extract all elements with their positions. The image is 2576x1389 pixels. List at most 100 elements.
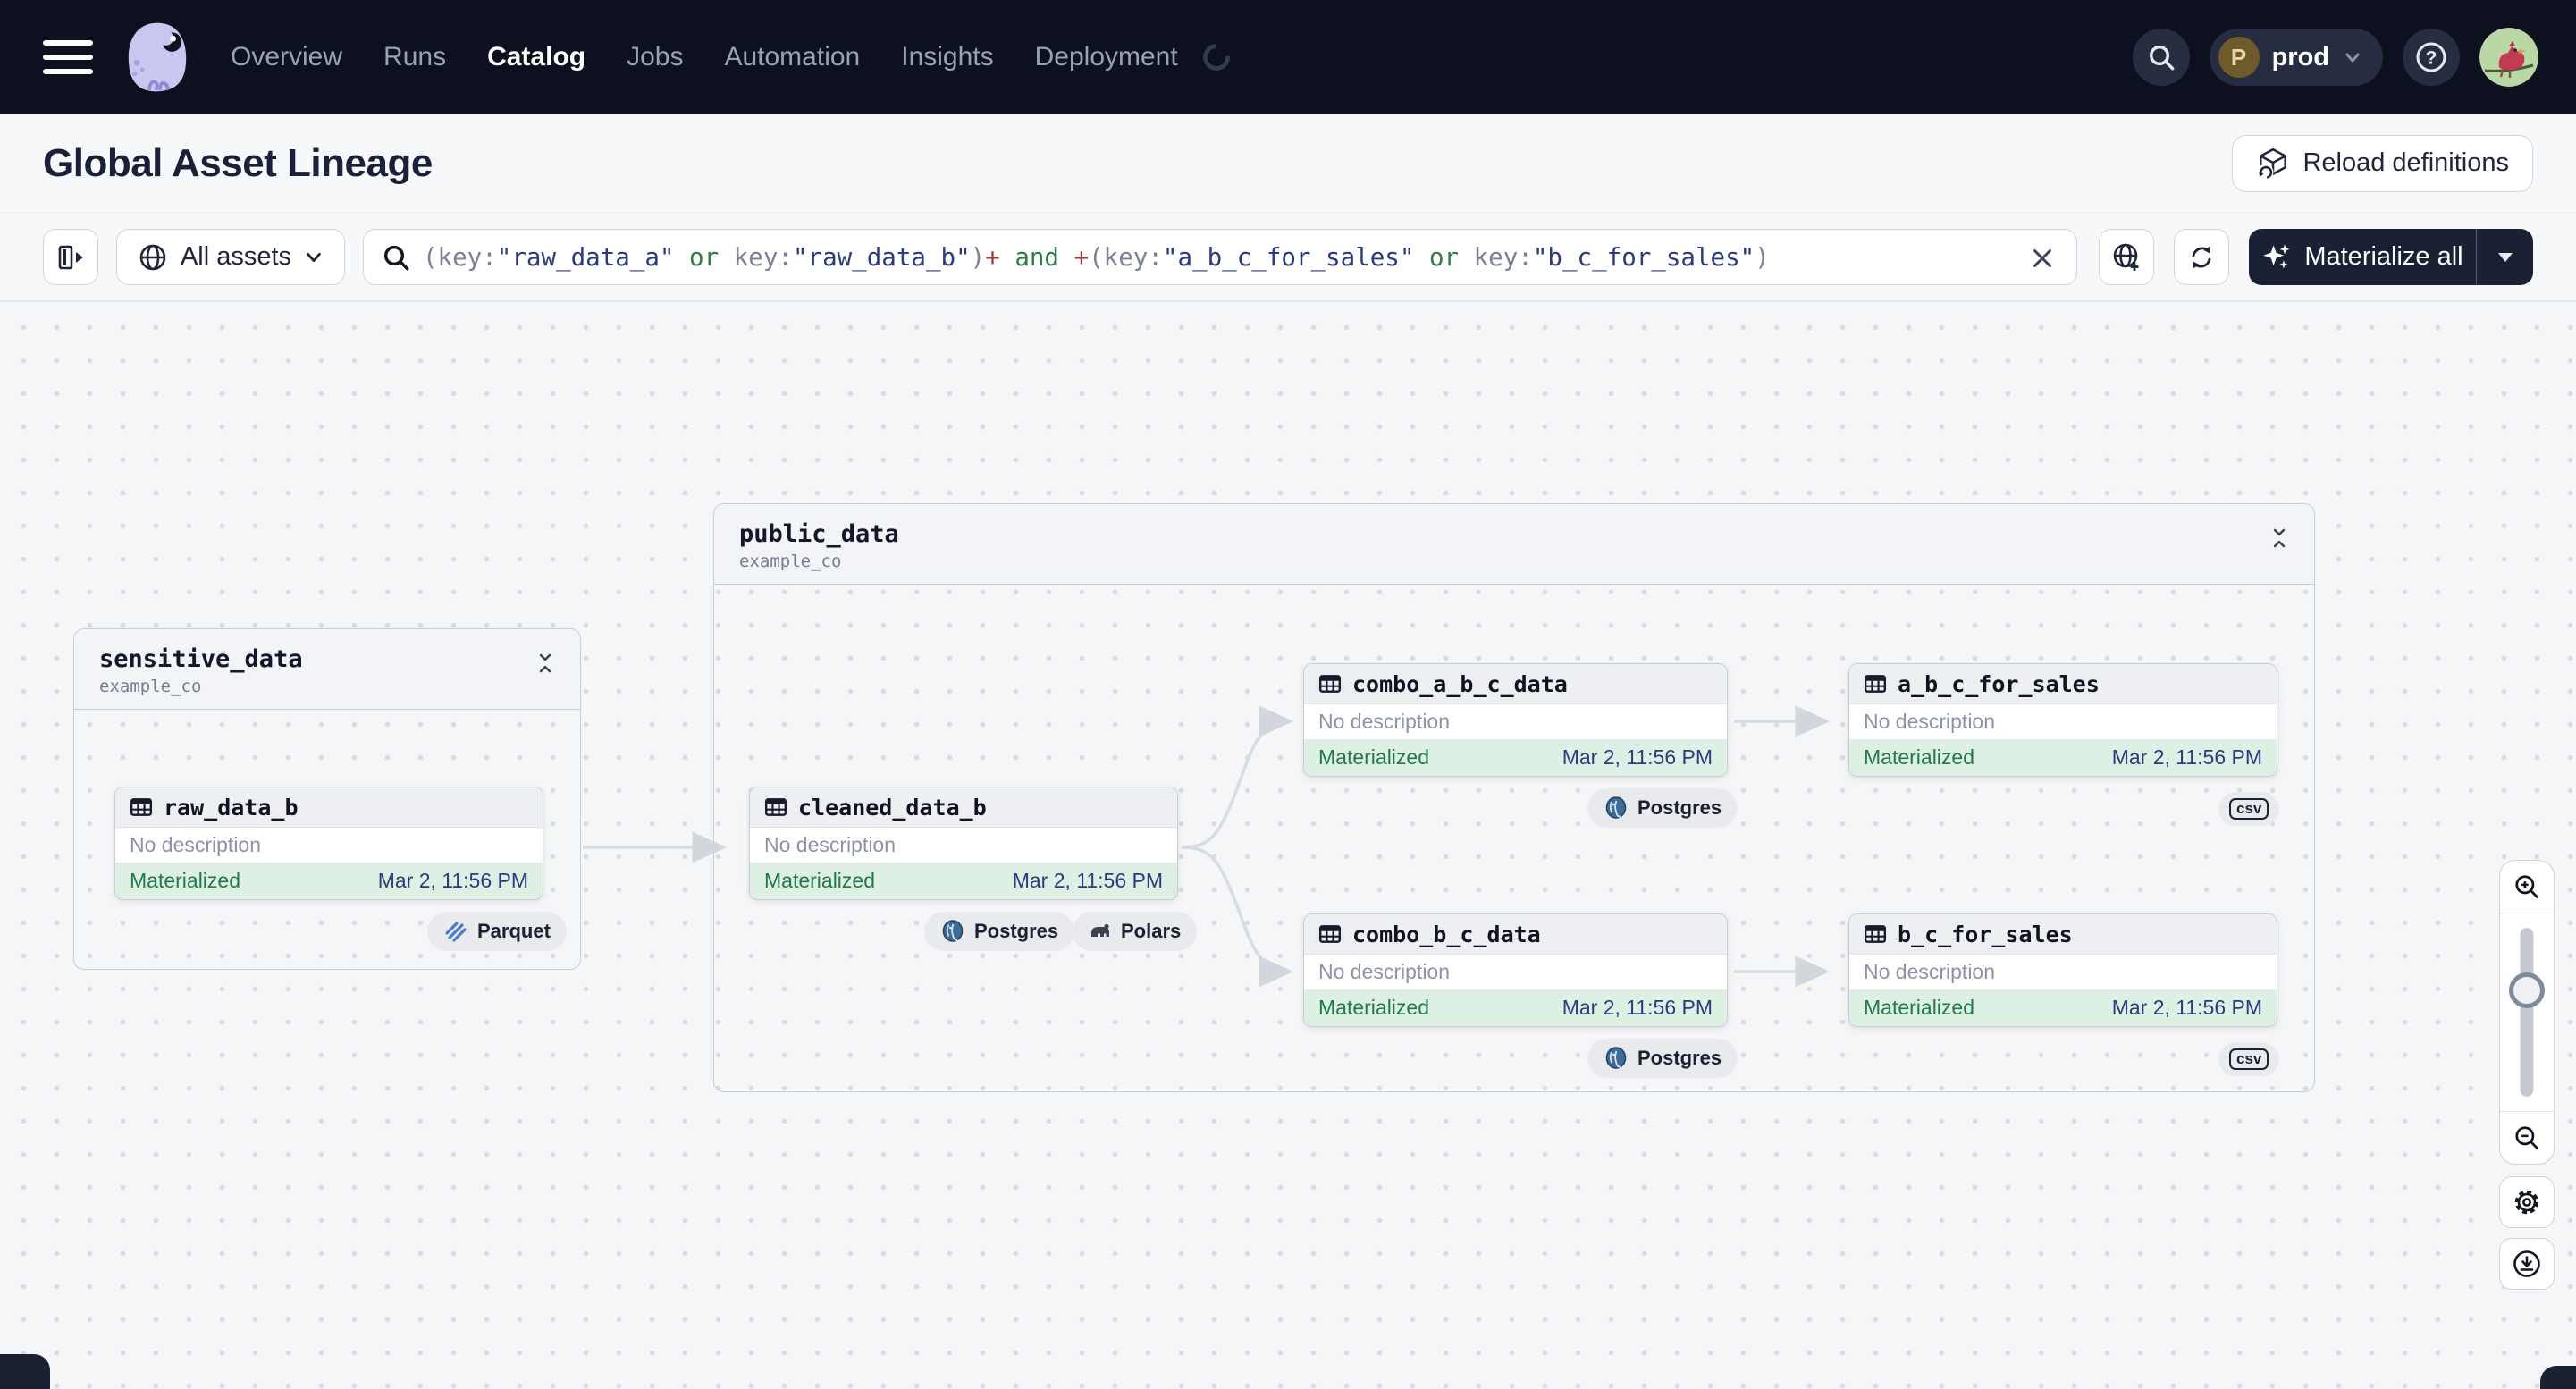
bottom-bar-corner [0, 1354, 50, 1389]
chevron-down-icon [307, 252, 321, 262]
asset-node-header: combo_b_c_data [1304, 914, 1727, 955]
reload-definitions-label: Reload definitions [2302, 148, 2509, 177]
kind-tag-postgres[interactable]: Postgres [924, 912, 1075, 951]
nav-item-insights[interactable]: Insights [901, 42, 993, 72]
asset-name: b_c_for_sales [1898, 921, 2073, 947]
download-image-button[interactable] [2499, 1238, 2555, 1290]
asset-node-combo_a_b_c_data[interactable]: combo_a_b_c_data No description Material… [1303, 663, 1728, 777]
nav-right-cluster: P prod ? [2132, 28, 2538, 87]
panel-toggle-icon [58, 245, 83, 269]
asset-description: No description [130, 833, 262, 856]
page-header: Global Asset Lineage Reload definitions [0, 114, 2576, 213]
zoom-out-icon [2515, 1126, 2539, 1150]
table-icon [1318, 675, 1342, 693]
nav-item-deployment[interactable]: Deployment [1035, 42, 1178, 72]
group-header[interactable]: public_data example_co [714, 504, 2314, 585]
asset-description: No description [764, 833, 897, 856]
hamburger-menu-icon[interactable] [43, 40, 93, 74]
refresh-button[interactable] [2174, 229, 2229, 285]
group-title: sensitive_data [99, 645, 303, 673]
zoom-slider-track[interactable] [2520, 928, 2534, 1097]
environment-switcher[interactable]: P prod [2209, 29, 2383, 86]
global-graph-button[interactable] [2099, 229, 2154, 285]
environment-badge: P [2218, 37, 2260, 78]
lineage-canvas[interactable]: sensitive_data example_co public_data ex… [0, 301, 2576, 1389]
search-button[interactable] [2132, 29, 2190, 86]
asset-name: raw_data_b [164, 794, 299, 821]
kind-tag-csv[interactable]: csv [2218, 792, 2280, 826]
group-header[interactable]: sensitive_data example_co [74, 629, 580, 710]
kind-tag-label: Parquet [477, 920, 551, 942]
asset-node-a_b_c_for_sales[interactable]: a_b_c_for_sales No description Materiali… [1848, 663, 2277, 777]
status-badge: Materialized [130, 869, 240, 892]
materialize-all-button[interactable]: Materialize all [2249, 229, 2476, 285]
asset-node-header: combo_a_b_c_data [1304, 664, 1727, 704]
asset-name: combo_b_c_data [1352, 921, 1541, 947]
kind-tag-postgres[interactable]: Postgres [1587, 788, 1738, 828]
asset-node-cleaned_data_b[interactable]: cleaned_data_b No description Materializ… [749, 787, 1178, 900]
chevron-down-icon [2345, 53, 2360, 63]
collapse-group-icon[interactable] [2268, 520, 2291, 551]
zoom-controls [2499, 860, 2555, 1165]
search-query-text: (key:"raw_data_a" or key:"raw_data_b")+ … [423, 242, 1770, 272]
page-title: Global Asset Lineage [43, 140, 433, 185]
materialization-timestamp: Mar 2, 11:56 PM [2111, 745, 2262, 769]
asset-search-input[interactable]: (key:"raw_data_a" or key:"raw_data_b")+ … [363, 229, 2077, 285]
table-icon [1318, 925, 1342, 943]
asset-node-b_c_for_sales[interactable]: b_c_for_sales No description Materialize… [1848, 913, 2277, 1027]
asset-description: No description [1864, 710, 1996, 733]
sparkles-icon [2263, 243, 2291, 268]
zoom-slider[interactable] [2500, 913, 2554, 1111]
nav-item-jobs[interactable]: Jobs [627, 42, 683, 72]
table-icon [1864, 675, 1887, 693]
group-repo-label: example_co [739, 551, 842, 571]
kind-tag-postgres[interactable]: Postgres [1587, 1039, 1738, 1078]
refresh-icon [2192, 246, 2211, 268]
status-badge: Materialized [1318, 996, 1429, 1019]
collapse-group-icon[interactable] [534, 645, 557, 676]
dagster-logo-icon[interactable] [116, 16, 198, 98]
materialize-options-button[interactable] [2476, 229, 2533, 285]
asset-name: cleaned_data_b [798, 794, 987, 821]
postgres-icon [942, 920, 964, 942]
nav-item-overview[interactable]: Overview [231, 42, 342, 72]
zoom-out-button[interactable] [2500, 1112, 2554, 1164]
svg-text:?: ? [2426, 48, 2437, 69]
nav-item-automation[interactable]: Automation [724, 42, 860, 72]
asset-status-row: Materialized Mar 2, 11:56 PM [1304, 739, 1727, 776]
asset-status-row: Materialized Mar 2, 11:56 PM [115, 863, 543, 899]
table-icon [764, 798, 787, 816]
open-panel-button[interactable] [43, 229, 98, 285]
asset-description: No description [1318, 960, 1451, 983]
search-icon [2149, 45, 2174, 71]
nav-item-catalog[interactable]: Catalog [487, 42, 585, 72]
user-avatar[interactable] [2479, 28, 2538, 87]
status-badge: Materialized [1864, 745, 1974, 769]
materialization-timestamp: Mar 2, 11:56 PM [1562, 745, 1713, 769]
materialize-all-split-button: Materialize all [2249, 229, 2533, 285]
kind-tag-label: Polars [1121, 920, 1182, 942]
search-icon [383, 245, 409, 270]
zoom-in-button[interactable] [2500, 861, 2554, 913]
asset-node-raw_data_b[interactable]: raw_data_b No description Materialized M… [114, 787, 543, 900]
clear-search-icon[interactable] [2026, 242, 2058, 274]
reload-cube-icon [2258, 147, 2287, 180]
asset-node-header: raw_data_b [115, 787, 543, 828]
reload-definitions-button[interactable]: Reload definitions [2232, 134, 2533, 192]
globe-icon [139, 244, 166, 270]
asset-scope-dropdown[interactable]: All assets [116, 229, 345, 285]
group-title: public_data [739, 520, 899, 548]
materialization-timestamp: Mar 2, 11:56 PM [377, 869, 528, 892]
kind-tag-csv[interactable]: csv [2218, 1042, 2280, 1076]
table-icon [130, 798, 153, 816]
materialization-timestamp: Mar 2, 11:56 PM [1012, 869, 1163, 892]
nav-item-runs[interactable]: Runs [383, 42, 446, 72]
zoom-slider-knob[interactable] [2509, 972, 2545, 1008]
kind-tag-parquet[interactable]: Parquet [427, 912, 567, 951]
table-icon [1864, 925, 1887, 943]
asset-node-combo_b_c_data[interactable]: combo_b_c_data No description Materializ… [1303, 913, 1728, 1027]
graph-settings-button[interactable] [2499, 1176, 2555, 1228]
help-button[interactable]: ? [2403, 29, 2460, 86]
kind-tag-polars[interactable]: Polars [1073, 912, 1198, 951]
asset-name: a_b_c_for_sales [1898, 670, 2100, 697]
